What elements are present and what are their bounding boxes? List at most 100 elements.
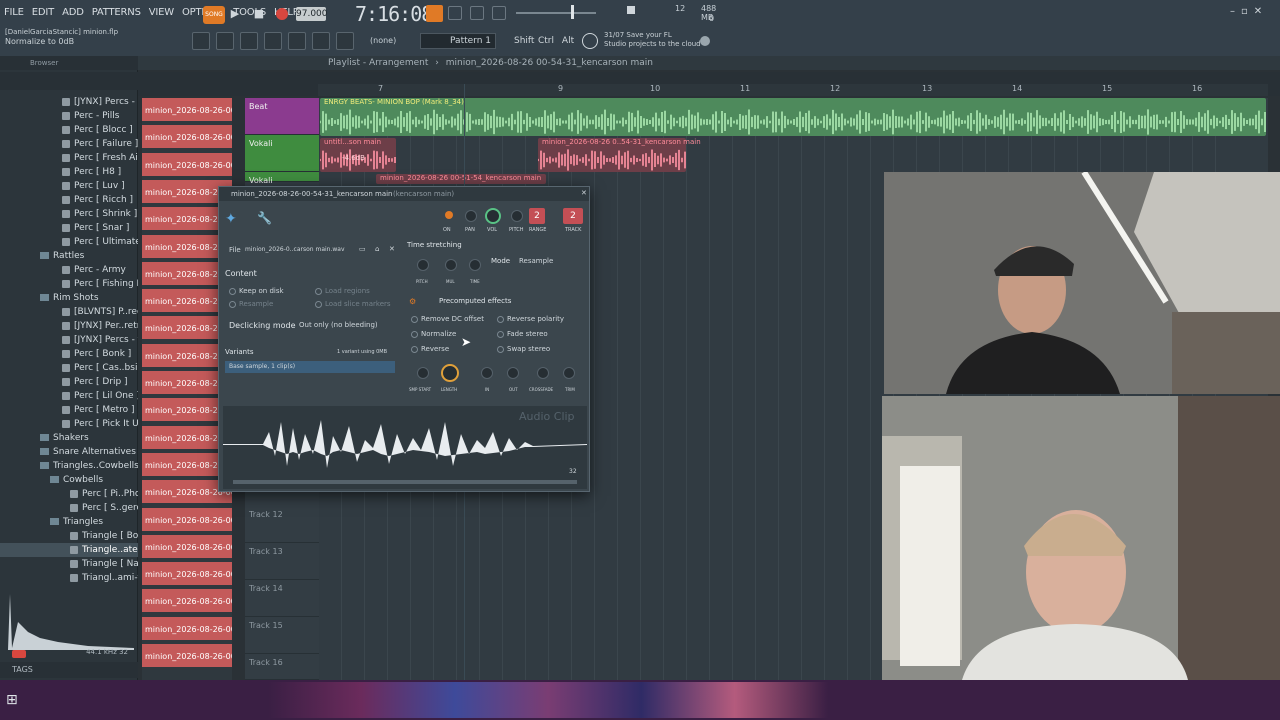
length-knob[interactable] [441, 364, 459, 382]
audio-clip[interactable]: minion_2026-08-26 00-51-54_kencarson mai… [376, 174, 546, 184]
track-header[interactable]: Vokali [245, 172, 319, 185]
browser-folder[interactable]: Snare Alternatives [0, 445, 138, 459]
channel-rack-icon[interactable] [240, 32, 258, 50]
out-knob[interactable] [507, 367, 519, 379]
master-volume-handle[interactable] [571, 5, 574, 19]
browser-file[interactable]: Perc [ Drip ] [0, 375, 138, 389]
browser-file[interactable]: Perc [ Fresh Air ] [0, 151, 138, 165]
waveform-scrollbar[interactable] [233, 480, 577, 484]
plugin-picker-icon[interactable] [312, 32, 330, 50]
in-knob[interactable] [481, 367, 493, 379]
file-name[interactable]: minion_2026-0..carson main.wav [245, 246, 345, 253]
crossfade-knob[interactable] [537, 367, 549, 379]
tempo-display[interactable]: 97.000 [296, 7, 328, 21]
menu-add[interactable]: ADD [58, 4, 88, 22]
pitch-knob[interactable] [511, 210, 523, 222]
channel-button[interactable]: minion_2026-08-26-00- [142, 125, 232, 151]
remove-dc-option[interactable]: Remove DC offset [411, 315, 484, 323]
browser-file[interactable]: Perc [ Bonk ] [0, 347, 138, 361]
ts-mul-knob[interactable] [445, 259, 457, 271]
browser-file[interactable]: Perc [ Blocc ] [0, 123, 138, 137]
fade-stereo-option[interactable]: Fade stereo [497, 330, 548, 338]
alt-key[interactable]: Alt [558, 33, 578, 49]
browser-file[interactable]: Triangle..ated ] [0, 543, 138, 557]
channel-button[interactable]: minion_2026-08-26-00- [142, 616, 232, 642]
browser-folder[interactable]: Triangles..Cowbells [0, 459, 138, 473]
track-header[interactable]: Track 15 [245, 617, 319, 654]
browser-folder[interactable]: Cowbells [0, 473, 138, 487]
browser-file[interactable]: Perc - Army [0, 263, 138, 277]
minimize-icon[interactable]: – [1230, 6, 1235, 20]
audio-clip[interactable]: minion_2026-08-26 0..54-31_kencarson mai… [538, 138, 701, 172]
time-display[interactable]: 7:16:08 [355, 2, 433, 26]
maximize-icon[interactable]: ▫ [1241, 6, 1248, 20]
tags-bar[interactable]: TAGS [0, 662, 138, 678]
load-regions-option[interactable]: Load regions [315, 287, 370, 295]
pitch-range[interactable]: 2 [529, 208, 545, 224]
browser-file[interactable]: [BLVNTS] P..redator [0, 305, 138, 319]
browser-file[interactable]: Perc [ Ultimate ] [0, 235, 138, 249]
clear-file-icon[interactable]: ✕ [389, 245, 395, 253]
ts-pitch-knob[interactable] [417, 259, 429, 271]
browser-file[interactable]: Perc [ Pi..Phone ] [0, 487, 138, 501]
menu-patterns[interactable]: PATTERNS [88, 4, 145, 22]
wrench-tab-icon[interactable]: 🔧 [257, 211, 272, 225]
pin-icon[interactable]: ⌂ [375, 245, 379, 253]
cloud-icon[interactable] [582, 33, 598, 49]
menu-view[interactable]: VIEW [145, 4, 178, 22]
browser-file[interactable]: Perc [ Luv ] [0, 179, 138, 193]
pan-knob[interactable] [465, 210, 477, 222]
folder-icon[interactable]: ▭ [359, 245, 366, 253]
browser-file[interactable]: Perc [ Fishing Rod ] [0, 277, 138, 291]
smp-start-knob[interactable] [417, 367, 429, 379]
song-mode-button[interactable]: SONG [203, 6, 225, 24]
timeline-ruler[interactable]: 7 9 10 11 12 13 14 15 16 [318, 84, 1268, 96]
normalize-option[interactable]: Normalize [411, 330, 456, 338]
record-icon[interactable] [276, 8, 288, 20]
menu-file[interactable]: FILE [0, 4, 28, 22]
browser-file[interactable]: Perc [ H8 ] [0, 165, 138, 179]
mixer-track[interactable]: 2 [563, 208, 583, 224]
master-volume-slider[interactable] [516, 12, 596, 14]
resample-option[interactable]: Resample [229, 300, 273, 308]
stop-icon[interactable]: ■ [252, 7, 266, 21]
keep-on-disk-option[interactable]: Keep on disk [229, 287, 284, 295]
loop-record-icon[interactable] [492, 6, 506, 20]
track-header[interactable]: Beat [245, 98, 319, 135]
waveform-tab-icon[interactable]: ✦ [225, 211, 237, 227]
track-header[interactable]: Vokali [245, 135, 319, 172]
channel-button[interactable]: minion_2026-08-26-00- [142, 98, 232, 123]
mode-select[interactable]: Resample [519, 257, 579, 265]
reverse-option[interactable]: Reverse [411, 345, 449, 353]
declicking-select[interactable]: Out only (no bleeding) [299, 321, 395, 329]
channel-button[interactable]: minion_2026-08-26-00- [142, 562, 232, 588]
wait-input-icon[interactable] [470, 6, 484, 20]
browser-file[interactable]: Perc [ Cas..bsidion ] [0, 361, 138, 375]
track-header[interactable]: Track 16 [245, 654, 319, 680]
mixer-icon[interactable] [264, 32, 282, 50]
browser-file[interactable]: Triangle [ Nami ] [0, 557, 138, 571]
browser-folder[interactable]: Rattles [0, 249, 138, 263]
browser-file[interactable]: Triangl..ami-tee ] [0, 571, 138, 585]
browser-file[interactable]: Perc [ Pick It Up ] [0, 417, 138, 431]
ts-time-knob[interactable] [469, 259, 481, 271]
play-icon[interactable]: ▶ [228, 7, 242, 21]
browser-icon[interactable] [288, 32, 306, 50]
browser-folder[interactable]: Shakers [0, 431, 138, 445]
load-slice-markers-option[interactable]: Load slice markers [315, 300, 391, 308]
piano-roll-icon[interactable] [216, 32, 234, 50]
audio-clip[interactable]: ENRGY BEATS- MINION BOP (Mark 8_34) [320, 98, 1266, 136]
channel-button[interactable]: minion_2026-08-26-00- [142, 644, 232, 669]
browser-file[interactable]: Perc [ Snar ] [0, 221, 138, 235]
browser-file[interactable]: Triangle [ Boss ] [0, 529, 138, 543]
browser-folder[interactable]: Triangles [0, 515, 138, 529]
sampler-titlebar[interactable]: minion_2026-08-26-00-54-31_kencarson mai… [219, 187, 589, 201]
sample-waveform[interactable]: Audio Clip 32 [223, 406, 587, 489]
trim-knob[interactable] [563, 367, 575, 379]
ctrl-key[interactable]: Ctrl [536, 33, 556, 49]
channel-button[interactable]: minion_2026-08-26-00- [142, 152, 232, 178]
windows-start-icon[interactable]: ⊞ [6, 692, 18, 708]
playlist-icon[interactable] [192, 32, 210, 50]
browser-file[interactable]: Perc [ Shrink ] [0, 207, 138, 221]
volume-knob[interactable] [485, 208, 501, 224]
